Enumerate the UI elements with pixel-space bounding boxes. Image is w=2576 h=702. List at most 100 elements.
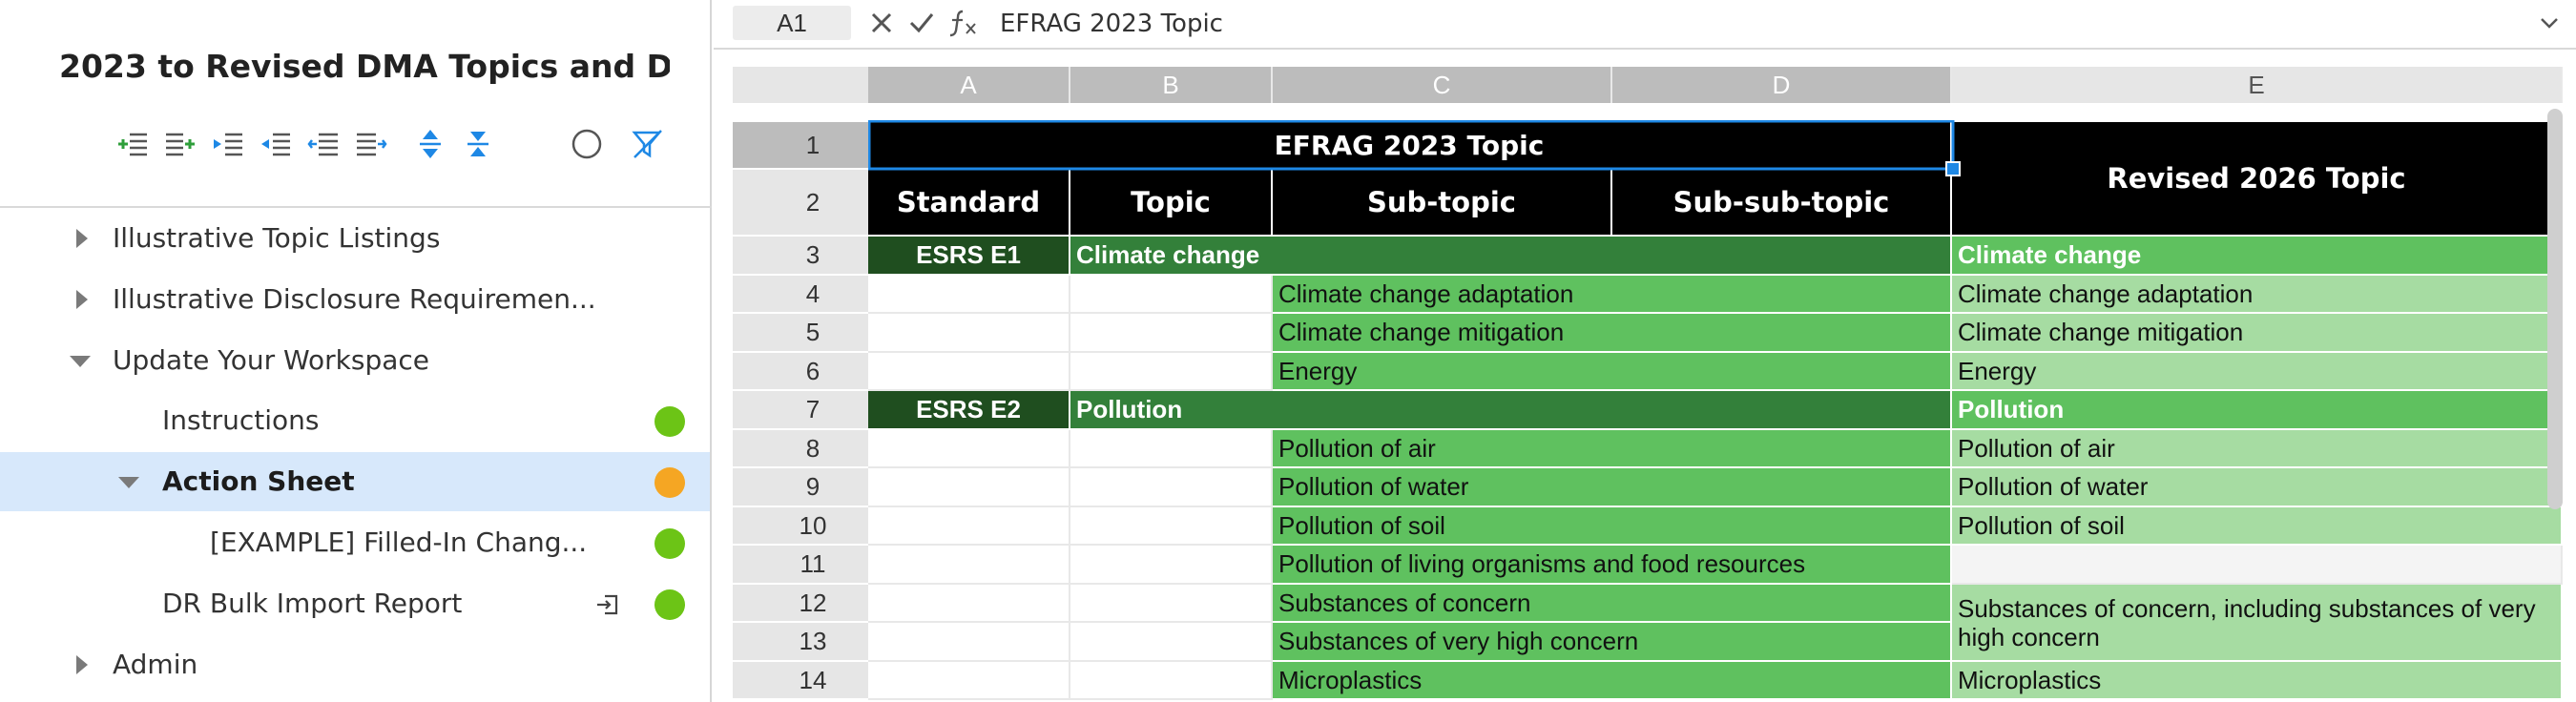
function-icon[interactable] <box>946 6 981 40</box>
tree-item-label: Update Your Workspace <box>113 344 430 376</box>
clear-filter-icon[interactable] <box>626 122 670 166</box>
cell-e14-revised[interactable]: Microplastics <box>1952 662 2563 700</box>
cell-b3-topic[interactable]: Climate change <box>1070 237 1952 276</box>
cell-a5[interactable] <box>868 314 1070 353</box>
spreadsheet-grid: A B C D E 1 2 3 4 5 6 7 8 9 10 11 12 13 … <box>714 50 2576 702</box>
cell-b8[interactable] <box>1070 430 1273 468</box>
collapse-all-icon[interactable] <box>456 122 500 166</box>
cell-e1-revised-topic[interactable]: Revised 2026 Topic <box>1952 122 2563 237</box>
cell-c14-sub-topic[interactable]: Microplastics <box>1273 662 1952 700</box>
cell-selection-outline <box>868 120 1961 176</box>
formula-input[interactable]: EFRAG 2023 Topic <box>1000 10 1223 38</box>
cancel-icon[interactable] <box>864 6 899 40</box>
cell-e10-revised[interactable]: Pollution of soil <box>1952 507 2563 546</box>
cell-b9[interactable] <box>1070 468 1273 507</box>
tree-item-label: Illustrative Disclosure Requiremen... <box>113 283 596 315</box>
status-dot-green <box>654 406 685 437</box>
tree-item-dr-bulk-import-report[interactable]: DR Bulk Import Report <box>0 574 710 633</box>
expand-all-icon[interactable] <box>408 122 452 166</box>
circle-icon[interactable] <box>565 122 609 166</box>
cell-a13[interactable] <box>868 623 1070 662</box>
cell-e8-revised[interactable]: Pollution of air <box>1952 430 2563 468</box>
status-dot-green <box>654 589 685 620</box>
cell-b5[interactable] <box>1070 314 1273 353</box>
cell-b7-topic[interactable]: Pollution <box>1070 391 1952 430</box>
vertical-scrollbar[interactable] <box>2547 109 2563 509</box>
cell-c13-sub-topic[interactable]: Substances of very high concern <box>1273 623 1952 662</box>
cell-a12[interactable] <box>868 585 1070 623</box>
cell-a4[interactable] <box>868 276 1070 314</box>
cell-c4-sub-topic[interactable]: Climate change adaptation <box>1273 276 1952 314</box>
formula-bar: A1 EFRAG 2023 Topic <box>714 0 2576 50</box>
tree-item-update-your-workspace[interactable]: Update Your Workspace <box>0 331 710 390</box>
sheet-title: 2023 to Revised DMA Topics and DR ... <box>59 48 670 85</box>
sidebar: 2023 to Revised DMA Topics and DR ... <box>0 0 712 702</box>
cell-a7-standard[interactable]: ESRS E2 <box>868 391 1070 430</box>
cell-b14[interactable] <box>1070 662 1273 700</box>
add-row-above-icon[interactable] <box>111 122 155 166</box>
tree-item-instructions[interactable]: Instructions <box>0 391 710 450</box>
cell-a10[interactable] <box>868 507 1070 546</box>
cell-e4-revised[interactable]: Climate change adaptation <box>1952 276 2563 314</box>
add-row-below-icon[interactable] <box>158 122 202 166</box>
cell-e6-revised[interactable]: Energy <box>1952 353 2563 391</box>
tree-item-action-sheet[interactable]: Action Sheet <box>0 452 710 511</box>
move-left-icon[interactable] <box>301 122 345 166</box>
cell-a6[interactable] <box>868 353 1070 391</box>
confirm-icon[interactable] <box>904 6 939 40</box>
cell-e11-revised[interactable] <box>1952 546 2563 585</box>
column-header-a[interactable]: A <box>868 67 1070 103</box>
cell-b11[interactable] <box>1070 546 1273 585</box>
cell-b6[interactable] <box>1070 353 1273 391</box>
sidebar-toolbar <box>111 122 683 166</box>
cell-a9[interactable] <box>868 468 1070 507</box>
status-dot-orange <box>654 467 685 498</box>
cell-e9-revised[interactable]: Pollution of water <box>1952 468 2563 507</box>
cell-a14[interactable] <box>868 662 1070 700</box>
status-dot-green <box>654 528 685 559</box>
cell-c8-sub-topic[interactable]: Pollution of air <box>1273 430 1952 468</box>
caret-right-icon[interactable] <box>76 290 88 309</box>
cell-b12[interactable] <box>1070 585 1273 623</box>
cell-a8[interactable] <box>868 430 1070 468</box>
tree-item-label: DR Bulk Import Report <box>162 588 463 619</box>
cell-c5-sub-topic[interactable]: Climate change mitigation <box>1273 314 1952 353</box>
cell-a11[interactable] <box>868 546 1070 585</box>
cell-e3-revised[interactable]: Climate change <box>1952 237 2563 276</box>
caret-right-icon[interactable] <box>76 229 88 248</box>
column-header-e[interactable]: E <box>1952 67 2563 103</box>
tree-item-illustrative-disclosure-requirements[interactable]: Illustrative Disclosure Requiremen... <box>0 270 710 329</box>
cell-c11-sub-topic[interactable]: Pollution of living organisms and food r… <box>1273 546 1952 585</box>
cell-c12-sub-topic[interactable]: Substances of concern <box>1273 585 1952 623</box>
cell-e12-revised-merged[interactable]: Substances of concern, including substan… <box>1952 585 2563 662</box>
move-right-icon[interactable] <box>349 122 393 166</box>
column-header-d[interactable]: D <box>1612 67 1952 103</box>
cell-c6-sub-topic[interactable]: Energy <box>1273 353 1952 391</box>
tree-item-admin[interactable]: Admin <box>0 635 710 694</box>
column-header-c[interactable]: C <box>1273 67 1612 103</box>
caret-down-icon[interactable] <box>118 477 139 488</box>
cell-e5-revised[interactable]: Climate change mitigation <box>1952 314 2563 353</box>
cell-c10-sub-topic[interactable]: Pollution of soil <box>1273 507 1952 546</box>
cell-b13[interactable] <box>1070 623 1273 662</box>
caret-right-icon[interactable] <box>76 655 88 674</box>
column-header-b[interactable]: B <box>1070 67 1273 103</box>
indent-icon[interactable] <box>206 122 250 166</box>
cell-reference-box[interactable]: A1 <box>733 6 851 40</box>
fill-handle[interactable] <box>1945 161 1961 176</box>
cell-b10[interactable] <box>1070 507 1273 546</box>
caret-down-icon[interactable] <box>70 356 91 367</box>
tree-item-label: Action Sheet <box>162 465 355 497</box>
outdent-icon[interactable] <box>254 122 298 166</box>
cell-a3-standard[interactable]: ESRS E1 <box>868 237 1070 276</box>
tree-item-illustrative-topic-listings[interactable]: Illustrative Topic Listings <box>0 209 710 268</box>
tree-item-label: [EXAMPLE] Filled-In Chang... <box>210 526 588 558</box>
cell-e7-revised[interactable]: Pollution <box>1952 391 2563 430</box>
cell-b4[interactable] <box>1070 276 1273 314</box>
cell-c9-sub-topic[interactable]: Pollution of water <box>1273 468 1952 507</box>
sidebar-divider <box>0 206 712 208</box>
tree-item-example-filled-in[interactable]: [EXAMPLE] Filled-In Chang... <box>0 513 710 572</box>
chevron-down-icon[interactable] <box>2538 11 2561 34</box>
tree-item-label: Instructions <box>162 404 320 436</box>
import-icon[interactable] <box>595 593 620 616</box>
